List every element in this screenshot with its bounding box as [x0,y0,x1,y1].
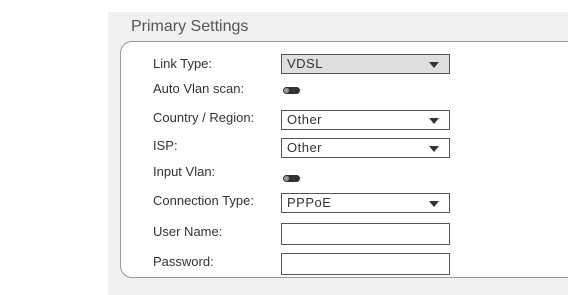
link-type-label: Link Type: [153,56,213,71]
connection-type-select[interactable]: PPPoE [281,193,450,213]
country-region-value: Other [287,112,323,127]
toggle-knob [284,176,289,181]
primary-settings-page: Primary Settings Link Type: VDSL Auto Vl… [0,0,568,295]
password-input[interactable] [281,253,450,275]
chevron-down-icon [429,62,439,68]
password-label: Password: [153,254,214,269]
chevron-down-icon [429,118,439,124]
user-name-label: User Name: [153,224,223,239]
isp-value: Other [287,140,323,155]
connection-type-label: Connection Type: [153,193,254,208]
link-type-select[interactable]: VDSL [281,54,450,74]
connection-type-value: PPPoE [287,195,332,210]
user-name-input[interactable] [281,223,450,245]
country-region-select[interactable]: Other [281,110,450,130]
input-vlan-toggle[interactable] [283,175,300,182]
chevron-down-icon [429,146,439,152]
section-title: Primary Settings [131,18,249,35]
isp-select[interactable]: Other [281,138,450,158]
auto-vlan-scan-label: Auto Vlan scan: [153,81,245,96]
input-vlan-label: Input Vlan: [153,164,216,179]
link-type-value: VDSL [287,56,323,71]
chevron-down-icon [429,201,439,207]
toggle-knob [284,88,289,93]
auto-vlan-scan-toggle[interactable] [283,87,300,94]
country-region-label: Country / Region: [153,110,255,125]
isp-label: ISP: [153,138,178,153]
